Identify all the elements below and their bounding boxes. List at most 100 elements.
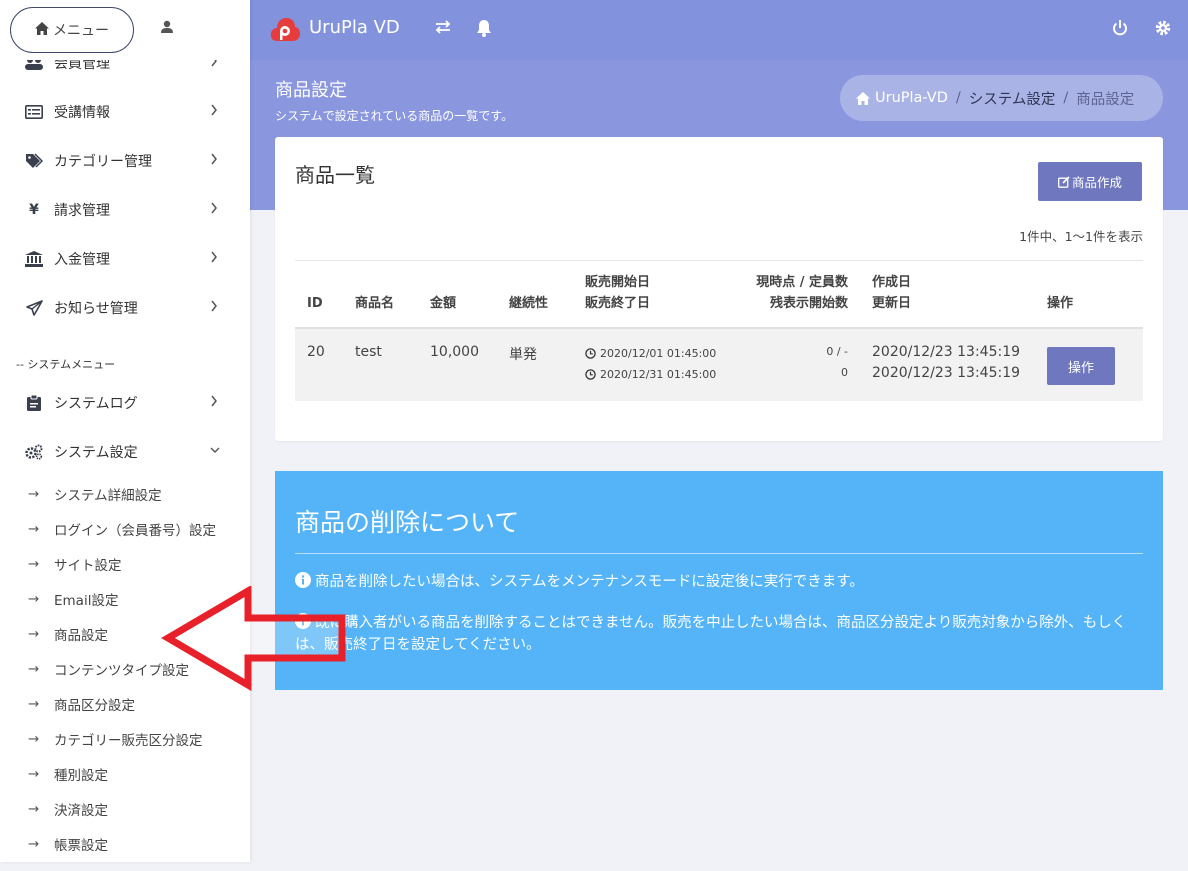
breadcrumb-system-settings[interactable]: システム設定 <box>969 88 1056 109</box>
arrow-right-icon: → <box>28 555 40 572</box>
chevron-right-icon <box>210 153 220 167</box>
swap-arrows-icon[interactable] <box>434 19 454 39</box>
list-icon <box>24 104 44 120</box>
clipboard-icon <box>24 394 44 411</box>
arrow-right-icon: → <box>28 520 40 537</box>
chevron-right-icon <box>210 395 220 409</box>
product-table: ID 商品名 金額 継続性 販売開始日 販売終了日 現時点 / 定員数 残表示開… <box>295 260 1143 401</box>
arrow-right-icon: → <box>28 625 40 642</box>
edit-icon <box>1058 175 1070 188</box>
gear-icon[interactable] <box>1154 19 1174 39</box>
menu-button-label: メニュー <box>53 22 109 38</box>
sale-start-value: 2020/12/01 01:45:00 <box>600 347 717 360</box>
info-title: 商品の削除について <box>295 508 520 537</box>
breadcrumb-separator: / <box>1063 90 1069 106</box>
col-actions: 操作 <box>1047 296 1074 311</box>
col-updated[interactable]: 更新日 <box>872 294 911 314</box>
breadcrumb-home[interactable]: UruPla-VD <box>875 90 948 106</box>
user-icon[interactable] <box>160 20 178 38</box>
sub-item-label: 種別設定 <box>54 767 108 784</box>
col-created[interactable]: 作成日 <box>872 273 911 293</box>
sub-item-system-detail[interactable]: → システム詳細設定 <box>0 476 250 511</box>
sub-item-label: 帳票設定 <box>54 837 108 854</box>
breadcrumb-current: 商品設定 <box>1076 91 1135 108</box>
product-list-card: 商品一覧 商品作成 1件中、1〜1件を表示 ID 商品名 金額 継続性 販売開始… <box>275 137 1163 441</box>
chevron-right-icon <box>210 251 220 265</box>
sub-item-category-sales[interactable]: → カテゴリー販売区分設定 <box>0 721 250 756</box>
clock-icon <box>585 369 596 380</box>
chevron-right-icon <box>210 202 220 216</box>
sidebar-item-label: お知らせ管理 <box>54 300 138 317</box>
sidebar-item-notices[interactable]: お知らせ管理 <box>0 283 250 332</box>
paper-plane-icon <box>24 299 44 316</box>
sub-item-login[interactable]: → ログイン（会員番号）設定 <box>0 511 250 546</box>
sidebar-item-billing[interactable]: ¥ 請求管理 <box>0 185 250 234</box>
cell-updated: 2020/12/23 13:45:19 <box>872 365 1021 381</box>
clock-icon <box>585 348 596 359</box>
row-action-button[interactable]: 操作 <box>1047 347 1115 385</box>
red-annotation-arrow-icon <box>161 586 346 691</box>
cell-price: 10,000 <box>430 344 479 360</box>
top-header: UruPla VD <box>250 0 1188 60</box>
divider <box>295 553 1143 554</box>
col-price[interactable]: 金額 <box>430 294 456 314</box>
sidebar-item-system-settings[interactable]: システム設定 <box>0 427 250 476</box>
sub-item-label: サイト設定 <box>54 557 122 574</box>
page-subtitle: システムで設定されている商品の一覧です。 <box>275 109 514 123</box>
info-line-2: 既に購入者がいる商品を削除することはできません。販売を中止したい場合は、商品区分… <box>295 612 1145 656</box>
sub-item-product-division[interactable]: → 商品区分設定 <box>0 686 250 721</box>
sub-item-label: 商品設定 <box>54 627 108 644</box>
info-text-1: 商品を削除したい場合は、システムをメンテナンスモードに設定後に実行できます。 <box>315 574 864 590</box>
sidebar-item-courses[interactable]: 受講情報 <box>0 87 250 136</box>
sub-item-forms[interactable]: → 帳票設定 <box>0 826 250 861</box>
sidebar-top: メニュー <box>0 0 250 60</box>
sub-item-payment[interactable]: → 決済設定 <box>0 791 250 826</box>
col-capacity[interactable]: 現時点 / 定員数 <box>756 273 848 293</box>
home-icon <box>856 91 870 105</box>
col-sale-start[interactable]: 販売開始日 <box>585 273 650 293</box>
col-id[interactable]: ID <box>307 294 323 314</box>
sale-end-value: 2020/12/31 01:45:00 <box>600 368 717 381</box>
arrow-right-icon: → <box>28 695 40 712</box>
col-name[interactable]: 商品名 <box>355 294 394 314</box>
sidebar-item-label: システムログ <box>54 395 138 412</box>
col-sale-end[interactable]: 販売終了日 <box>585 294 650 314</box>
sub-item-site[interactable]: → サイト設定 <box>0 546 250 581</box>
result-count: 1件中、1〜1件を表示 <box>1019 229 1143 244</box>
info-line-1: 商品を削除したい場合は、システムをメンテナンスモードに設定後に実行できます。 <box>295 571 1145 593</box>
app-title[interactable]: UruPla VD <box>309 17 400 38</box>
sub-item-label: 商品区分設定 <box>54 697 135 714</box>
sidebar-item-label: 入金管理 <box>54 251 110 268</box>
sub-item-label: ログイン（会員番号）設定 <box>54 522 216 539</box>
table-header: ID 商品名 金額 継続性 販売開始日 販売終了日 現時点 / 定員数 残表示開… <box>295 261 1143 329</box>
sidebar-item-categories[interactable]: カテゴリー管理 <box>0 136 250 185</box>
bank-icon <box>24 250 44 267</box>
sidebar-item-label: カテゴリー管理 <box>54 153 152 170</box>
cell-remaining: 0 <box>841 366 848 379</box>
sub-item-label: Email設定 <box>54 592 119 609</box>
sub-item-label: システム詳細設定 <box>54 487 162 504</box>
sidebar: 会員管理 受講情報 カテゴリー管理 ¥ 請求管理 入金管理 お知らせ管理 -- … <box>0 0 250 862</box>
urupla-logo-icon <box>270 16 300 44</box>
cogs-icon <box>24 444 44 460</box>
power-icon[interactable] <box>1112 19 1132 39</box>
create-product-button[interactable]: 商品作成 <box>1038 162 1142 201</box>
bell-icon[interactable] <box>476 19 496 39</box>
cell-sale-end: 2020/12/31 01:45:00 <box>585 368 716 381</box>
deletion-info-box: 商品の削除について 商品を削除したい場合は、システムをメンテナンスモードに設定後… <box>275 471 1163 690</box>
cell-name: test <box>355 344 382 360</box>
arrow-right-icon: → <box>28 660 40 677</box>
col-remaining[interactable]: 残表示開始数 <box>770 294 848 314</box>
sidebar-item-payments[interactable]: 入金管理 <box>0 234 250 283</box>
chevron-right-icon <box>210 104 220 118</box>
arrow-right-icon: → <box>28 485 40 502</box>
cell-capacity: 0 / - <box>826 345 848 358</box>
sub-item-type[interactable]: → 種別設定 <box>0 756 250 791</box>
chevron-right-icon <box>210 300 220 314</box>
arrow-right-icon: → <box>28 800 40 817</box>
col-continuity[interactable]: 継続性 <box>509 294 548 314</box>
arrow-right-icon: → <box>28 730 40 747</box>
page-title: 商品設定 <box>275 80 347 101</box>
menu-button[interactable]: メニュー <box>10 7 134 53</box>
sidebar-item-system-log[interactable]: システムログ <box>0 378 250 427</box>
